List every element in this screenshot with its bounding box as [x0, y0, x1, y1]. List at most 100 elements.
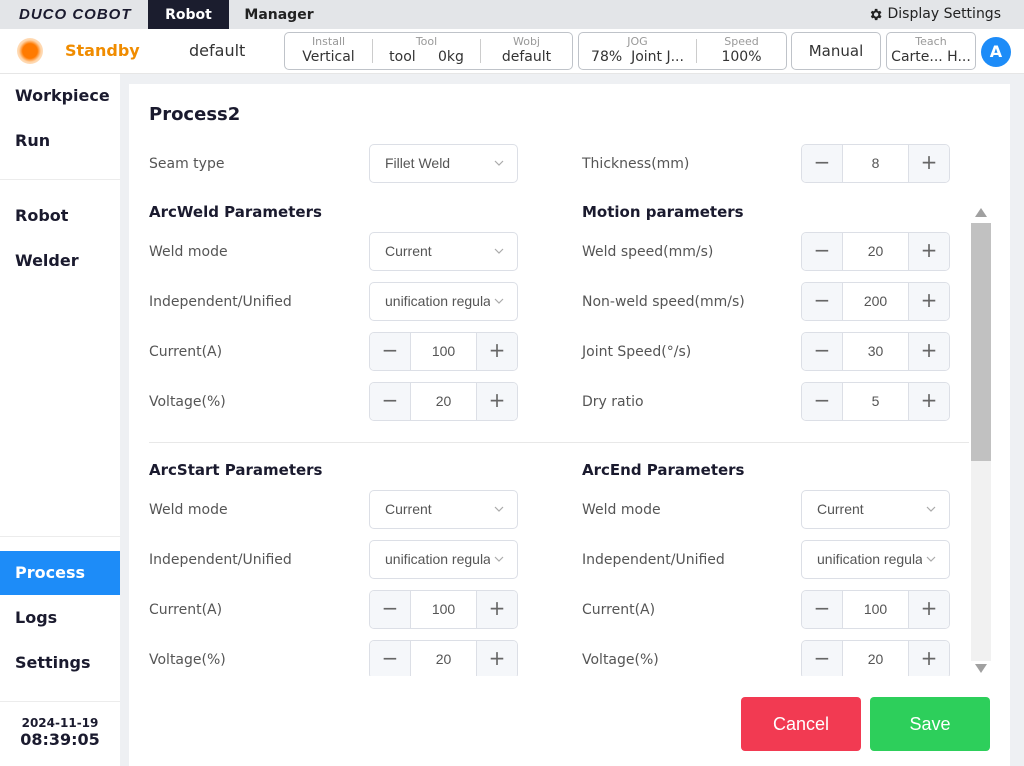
wobj-cell: Wobj default [481, 36, 572, 66]
decrement-button[interactable]: − [802, 591, 843, 628]
arcweld-weld-mode-select[interactable]: Current [369, 232, 518, 271]
sidebar-item-run[interactable]: Run [0, 119, 120, 163]
scrollbar-thumb[interactable] [971, 223, 991, 461]
decrement-button[interactable]: − [802, 641, 843, 676]
arcend-voltage-value[interactable]: 20 [843, 641, 908, 676]
arcend-current-value[interactable]: 100 [843, 591, 908, 628]
dry-ratio-value[interactable]: 5 [843, 383, 908, 420]
arcweld-voltage-stepper[interactable]: − 20 + [369, 382, 518, 421]
sidebar-item-welder[interactable]: Welder [0, 239, 120, 283]
arcend-current-stepper[interactable]: − 100 + [801, 590, 950, 629]
arcweld-section-title: ArcWeld Parameters [149, 203, 322, 221]
seam-type-value: Fillet Weld [385, 155, 451, 171]
jog-cell: JOG 78% Joint J... [579, 35, 697, 65]
dry-ratio-stepper[interactable]: − 5 + [801, 382, 950, 421]
joint-speed-value[interactable]: 30 [843, 333, 908, 370]
display-settings-button[interactable]: Display Settings [868, 6, 1001, 22]
weld-speed-value[interactable]: 20 [843, 233, 908, 270]
increment-button[interactable]: + [908, 333, 949, 370]
arcstart-indep-value: unification regula [385, 551, 490, 567]
arcweld-indep-select[interactable]: unification regula [369, 282, 518, 321]
increment-button[interactable]: + [908, 283, 949, 320]
avatar[interactable]: A [981, 37, 1011, 67]
process-form: Process2 Seam type Fillet Weld Thickness… [129, 84, 1010, 676]
decrement-button[interactable]: − [370, 383, 411, 420]
manual-mode-button[interactable]: Manual [791, 32, 881, 70]
arcweld-current-value[interactable]: 100 [411, 333, 476, 370]
arcstart-indep-select[interactable]: unification regula [369, 540, 518, 579]
jog-label: JOG [627, 35, 648, 48]
arcstart-voltage-value[interactable]: 20 [411, 641, 476, 676]
decrement-button[interactable]: − [802, 383, 843, 420]
arcweld-current-label: Current(A) [149, 344, 223, 360]
chevron-down-icon [494, 506, 504, 512]
increment-button[interactable]: + [908, 145, 949, 182]
cancel-button[interactable]: Cancel [741, 697, 861, 751]
decrement-button[interactable]: − [802, 145, 843, 182]
nonweld-speed-value[interactable]: 200 [843, 283, 908, 320]
motion-section-title: Motion parameters [582, 203, 744, 221]
teach-label: Teach [915, 35, 947, 48]
robot-state: Standby [65, 41, 140, 60]
arcend-voltage-stepper[interactable]: − 20 + [801, 640, 950, 676]
increment-button[interactable]: + [908, 383, 949, 420]
weld-speed-stepper[interactable]: − 20 + [801, 232, 950, 271]
seam-type-label: Seam type [149, 156, 225, 172]
increment-button[interactable]: + [476, 383, 517, 420]
status-bar: Standby default Install Vertical Tool to… [0, 29, 1024, 74]
arcend-indep-value: unification regula [817, 551, 922, 567]
teach-box[interactable]: Teach Carte... H... [886, 32, 976, 70]
seam-type-select[interactable]: Fillet Weld [369, 144, 518, 183]
sidebar: Workpiece Run Robot Welder Process Logs … [0, 74, 120, 766]
save-button[interactable]: Save [870, 697, 990, 751]
increment-button[interactable]: + [908, 233, 949, 270]
jog-speed-box[interactable]: JOG 78% Joint J... Speed 100% [578, 32, 787, 70]
arcend-indep-select[interactable]: unification regula [801, 540, 950, 579]
arcweld-voltage-value[interactable]: 20 [411, 383, 476, 420]
arcend-weld-mode-select[interactable]: Current [801, 490, 950, 529]
arcend-section-title: ArcEnd Parameters [582, 461, 745, 479]
weld-speed-label: Weld speed(mm/s) [582, 244, 714, 260]
arcstart-voltage-stepper[interactable]: − 20 + [369, 640, 518, 676]
increment-button[interactable]: + [476, 641, 517, 676]
install-value: Vertical [302, 49, 355, 65]
increment-button[interactable]: + [908, 641, 949, 676]
arcweld-current-stepper[interactable]: − 100 + [369, 332, 518, 371]
decrement-button[interactable]: − [370, 641, 411, 676]
increment-button[interactable]: + [476, 591, 517, 628]
increment-button[interactable]: + [476, 333, 517, 370]
scroll-down-arrow-icon[interactable] [975, 664, 987, 673]
arcstart-current-value[interactable]: 100 [411, 591, 476, 628]
arcend-current-label: Current(A) [582, 602, 656, 618]
decrement-button[interactable]: − [802, 233, 843, 270]
decrement-button[interactable]: − [370, 333, 411, 370]
wobj-value: default [501, 49, 552, 65]
decrement-button[interactable]: − [370, 591, 411, 628]
chevron-down-icon [926, 506, 936, 512]
thickness-stepper[interactable]: − 8 + [801, 144, 950, 183]
sidebar-item-robot[interactable]: Robot [0, 194, 120, 238]
teach-cell: Teach Carte... H... [887, 35, 975, 66]
decrement-button[interactable]: − [802, 333, 843, 370]
arcend-voltage-label: Voltage(%) [582, 652, 659, 668]
profile-name[interactable]: default [189, 41, 245, 60]
arcweld-indep-value: unification regula [385, 293, 490, 309]
jog-value: 78% Joint J... [591, 49, 684, 65]
arcstart-current-stepper[interactable]: − 100 + [369, 590, 518, 629]
sidebar-item-workpiece[interactable]: Workpiece [0, 74, 120, 118]
decrement-button[interactable]: − [802, 283, 843, 320]
nonweld-speed-stepper[interactable]: − 200 + [801, 282, 950, 321]
sidebar-item-logs[interactable]: Logs [0, 596, 120, 640]
joint-speed-stepper[interactable]: − 30 + [801, 332, 950, 371]
thickness-value[interactable]: 8 [843, 145, 908, 182]
chevron-down-icon [494, 556, 504, 562]
increment-button[interactable]: + [908, 591, 949, 628]
arcstart-weld-mode-select[interactable]: Current [369, 490, 518, 529]
tab-robot[interactable]: Robot [148, 0, 229, 29]
sidebar-item-process[interactable]: Process [0, 551, 120, 595]
tab-manager[interactable]: Manager [233, 0, 325, 29]
scroll-up-arrow-icon[interactable] [975, 208, 987, 217]
arcweld-voltage-label: Voltage(%) [149, 394, 226, 410]
install-tool-wobj-box[interactable]: Install Vertical Tool tool 0kg Wobj defa… [284, 32, 573, 70]
sidebar-item-settings[interactable]: Settings [0, 641, 120, 685]
